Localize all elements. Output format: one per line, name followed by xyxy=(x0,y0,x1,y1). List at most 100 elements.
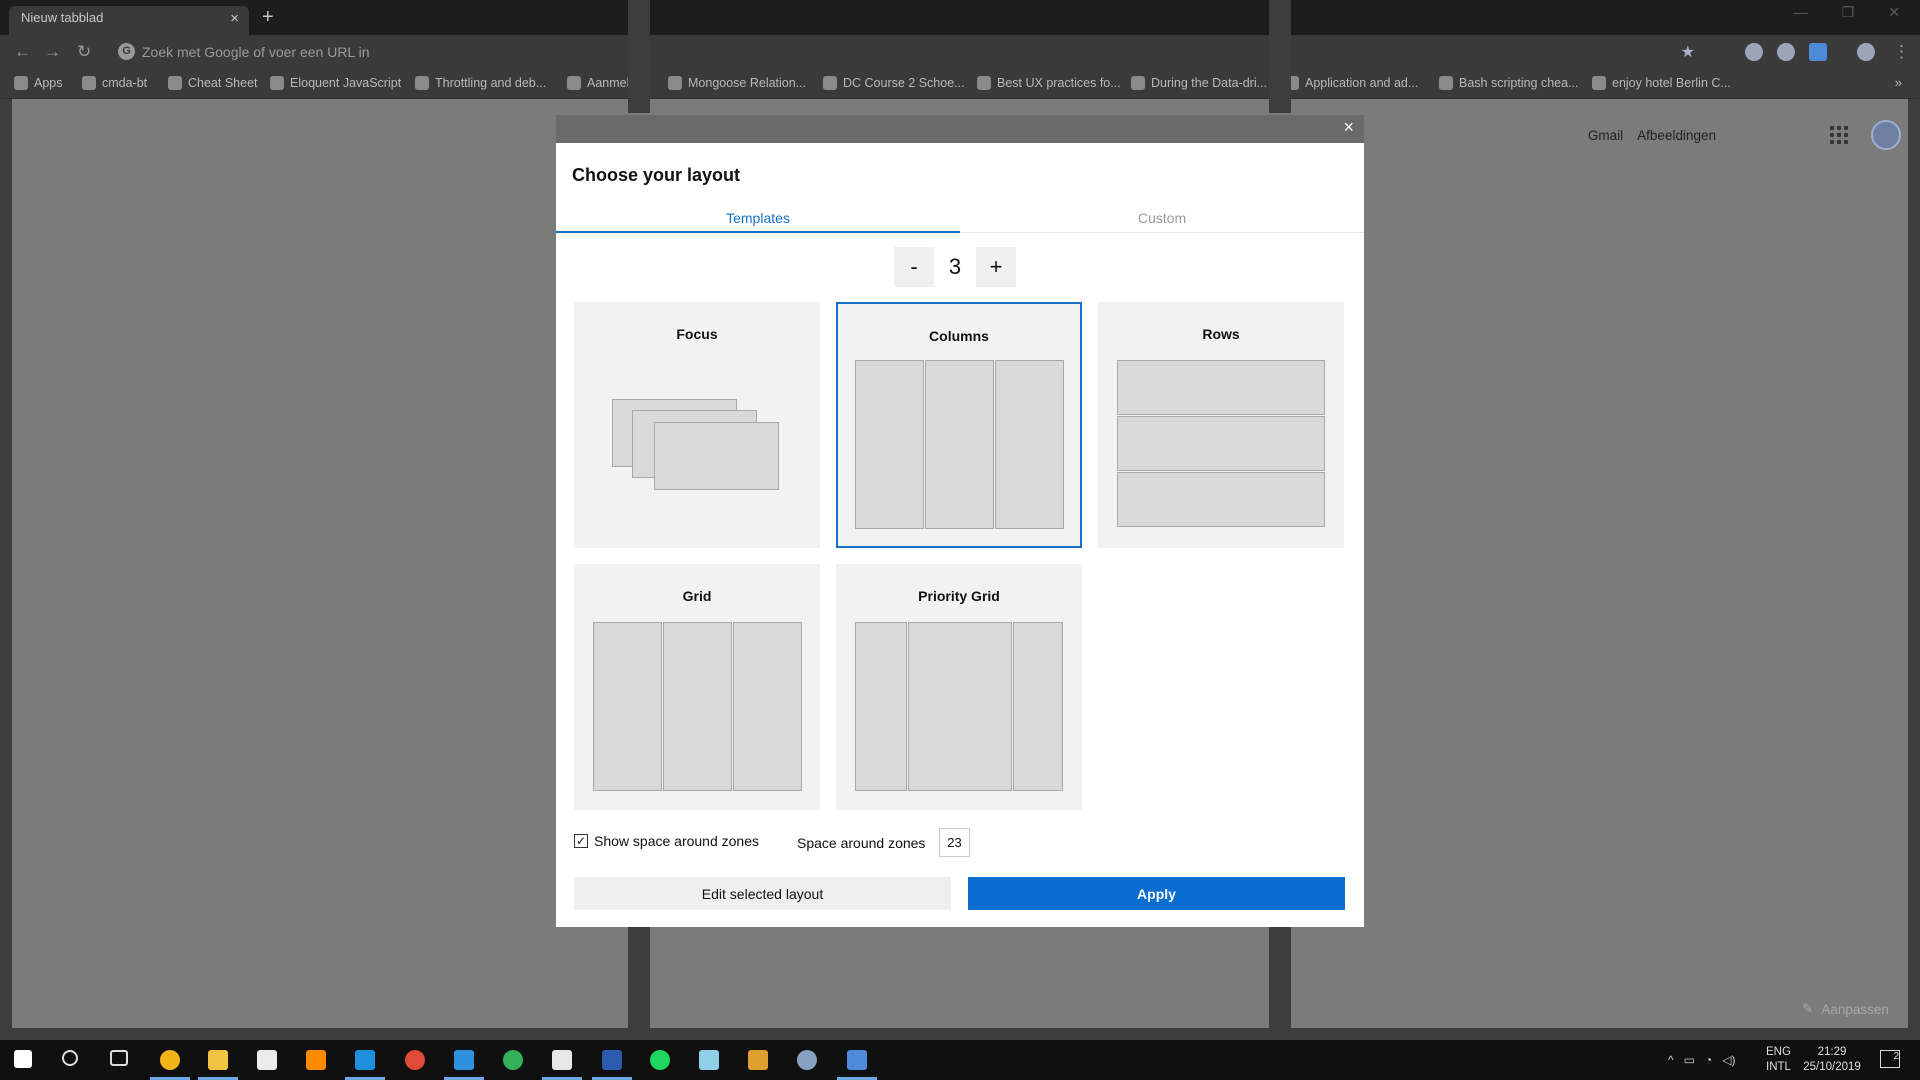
back-icon[interactable]: ← xyxy=(14,42,31,62)
spotify-icon[interactable] xyxy=(650,1050,670,1070)
extension-icon[interactable] xyxy=(1809,43,1827,61)
photoshop-icon[interactable] xyxy=(355,1050,375,1070)
zone-count-value: 3 xyxy=(948,254,962,279)
decrement-button[interactable]: - xyxy=(894,247,934,287)
app-icon[interactable] xyxy=(797,1050,817,1070)
edit-selected-layout-button[interactable]: Edit selected layout xyxy=(574,877,951,910)
bookmark-item[interactable]: Apps xyxy=(14,76,63,90)
show-space-checkbox[interactable]: ✓ xyxy=(574,834,588,848)
bookmark-star-icon[interactable]: ★ xyxy=(1681,42,1695,62)
space-around-zones-label: Space around zones xyxy=(797,835,926,851)
window-close-icon[interactable]: ✕ xyxy=(1888,4,1900,21)
pencil-icon: ✎ xyxy=(1802,1001,1814,1016)
bookmark-icon xyxy=(1439,76,1453,90)
bookmark-item[interactable]: cmda-bt xyxy=(82,76,147,90)
layout-card-title: Focus xyxy=(676,326,718,342)
bookmark-item[interactable]: Application and ad... xyxy=(1285,76,1418,90)
bookmark-icon xyxy=(823,76,837,90)
extension-icon[interactable] xyxy=(1777,43,1795,61)
layout-zone-preview xyxy=(995,360,1064,529)
windows-start-icon[interactable] xyxy=(14,1050,32,1068)
chevron-up-icon[interactable]: ^ xyxy=(1668,1053,1674,1067)
layout-zone-preview xyxy=(1013,622,1063,791)
battery-icon[interactable]: ▭ xyxy=(1684,1053,1695,1067)
active-tab-indicator xyxy=(556,231,960,233)
chrome-icon[interactable] xyxy=(160,1050,180,1070)
bookmark-icon xyxy=(1592,76,1606,90)
omnibox[interactable]: G Zoek met Google of voer een URL in ★ xyxy=(110,38,1705,66)
bookmark-item[interactable]: enjoy hotel Berlin C... xyxy=(1592,76,1731,90)
mail-icon[interactable] xyxy=(257,1050,277,1070)
layout-tabs: Templates Custom xyxy=(556,203,1364,233)
bookmark-icon xyxy=(567,76,581,90)
app-icon[interactable] xyxy=(748,1050,768,1070)
forward-icon[interactable]: → xyxy=(44,42,61,62)
bookmark-item[interactable]: Throttling and deb... xyxy=(415,76,546,90)
extension-icon[interactable] xyxy=(1745,43,1763,61)
clock[interactable]: 21:29 25/10/2019 xyxy=(1802,1045,1862,1075)
app-icon[interactable] xyxy=(405,1050,425,1070)
tab-custom[interactable]: Custom xyxy=(960,210,1364,226)
increment-button[interactable]: + xyxy=(976,247,1016,287)
tab-close-icon[interactable]: × xyxy=(230,10,239,27)
menu-icon[interactable]: ⋮ xyxy=(1893,42,1910,62)
bookmark-item[interactable]: DC Course 2 Schoe... xyxy=(823,76,965,90)
omnibox-placeholder: Zoek met Google of voer een URL in xyxy=(142,44,370,60)
volume-icon[interactable]: ◁) xyxy=(1722,1053,1735,1067)
app-icon[interactable] xyxy=(503,1050,523,1070)
tab-title: Nieuw tabblad xyxy=(21,10,104,25)
images-link[interactable]: Afbeeldingen xyxy=(1637,128,1716,143)
minimize-icon[interactable]: — xyxy=(1794,4,1808,21)
layout-card-focus[interactable]: Focus xyxy=(574,302,820,548)
search-icon[interactable] xyxy=(62,1050,78,1066)
bookmark-item[interactable]: During the Data-dri... xyxy=(1131,76,1267,90)
notepad-icon[interactable] xyxy=(699,1050,719,1070)
close-icon[interactable]: × xyxy=(1343,117,1354,138)
wifi-icon[interactable]: ◔ xyxy=(1705,1053,1712,1067)
browser-tab[interactable]: Nieuw tabblad × xyxy=(9,6,249,35)
layout-zone-preview xyxy=(663,622,732,791)
bookmarks-more-icon[interactable]: » xyxy=(1895,75,1902,90)
language-indicator[interactable]: ENG INTL xyxy=(1766,1045,1791,1075)
reload-icon[interactable]: ↻ xyxy=(77,42,91,62)
profile-avatar-icon[interactable] xyxy=(1857,43,1875,61)
layout-card-rows[interactable]: Rows xyxy=(1098,302,1344,548)
file-explorer-icon[interactable] xyxy=(208,1050,228,1070)
keyboard-layout: INTL xyxy=(1766,1061,1791,1073)
app-icon[interactable] xyxy=(847,1050,867,1070)
photos-icon[interactable] xyxy=(552,1050,572,1070)
layout-card-grid[interactable]: Grid xyxy=(574,564,820,810)
new-tab-icon[interactable]: + xyxy=(262,6,274,29)
browser-toolbar: ← → ↻ G Zoek met Google of voer een URL … xyxy=(0,35,1920,69)
space-around-zones-input[interactable] xyxy=(939,828,970,857)
dialog-title: Choose your layout xyxy=(572,165,741,185)
restore-icon[interactable]: ❐ xyxy=(1842,4,1855,21)
customize-button[interactable]: ✎ Aanpassen xyxy=(1790,996,1910,1022)
bookmark-item[interactable]: Eloquent JavaScript xyxy=(270,76,401,90)
bookmark-item[interactable]: Bash scripting chea... xyxy=(1439,76,1579,90)
illustrator-icon[interactable] xyxy=(306,1050,326,1070)
bookmark-icon xyxy=(668,76,682,90)
vscode-icon[interactable] xyxy=(454,1050,474,1070)
extension-icons xyxy=(1745,43,1875,61)
window-controls: — ❐ ✕ xyxy=(1794,4,1900,21)
word-icon[interactable] xyxy=(602,1050,622,1070)
show-space-checkbox-row[interactable]: ✓ Show space around zones xyxy=(574,833,759,849)
tab-templates[interactable]: Templates xyxy=(556,210,960,226)
bookmark-item[interactable]: Cheat Sheet xyxy=(168,76,258,90)
layout-card-title: Columns xyxy=(929,328,989,344)
task-view-icon[interactable] xyxy=(110,1050,128,1066)
layout-card-columns[interactable]: Columns xyxy=(836,302,1082,548)
layout-card-priority-grid[interactable]: Priority Grid xyxy=(836,564,1082,810)
gmail-link[interactable]: Gmail xyxy=(1588,128,1623,143)
layout-dialog: Choose your layout Templates Custom - 3 … xyxy=(556,143,1364,927)
apply-button[interactable]: Apply xyxy=(968,877,1345,910)
clock-date: 25/10/2019 xyxy=(1803,1061,1861,1073)
browser-titlebar: Nieuw tabblad × + — ❐ ✕ xyxy=(0,0,1920,35)
zone-divider xyxy=(0,99,12,1028)
bookmark-item[interactable]: Best UX practices fo... xyxy=(977,76,1121,90)
bookmark-item[interactable]: Mongoose Relation... xyxy=(668,76,806,90)
google-account-avatar[interactable] xyxy=(1871,120,1901,150)
google-apps-icon[interactable] xyxy=(1830,126,1848,144)
notification-center-icon[interactable]: 2 xyxy=(1880,1050,1900,1068)
